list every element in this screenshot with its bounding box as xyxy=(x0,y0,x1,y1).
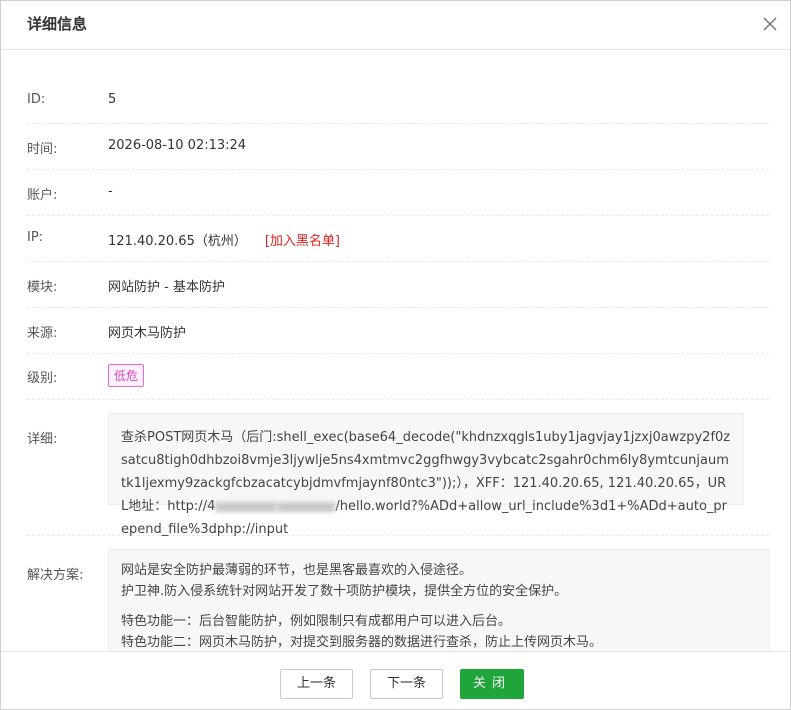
level-badge: 低危 xyxy=(108,364,145,387)
field-value-source: 网页木马防护 xyxy=(108,326,187,341)
field-value-account: - xyxy=(108,184,113,199)
add-to-blacklist-link[interactable]: [加入黑名单] xyxy=(265,234,340,249)
field-row-id: ID: 5 xyxy=(27,78,769,124)
field-row-time: 时间: 2026-08-10 02:13:24 xyxy=(27,124,769,170)
field-value-id: 5 xyxy=(108,92,117,107)
field-label-solution: 解决方案: xyxy=(27,568,84,583)
dialog-header: 详细信息 xyxy=(1,1,790,50)
field-row-module: 模块: 网站防护 - 基本防护 xyxy=(27,262,769,308)
field-label-time: 时间: xyxy=(27,142,58,157)
close-button[interactable]: 关闭 xyxy=(460,669,524,699)
detail-text-box: 查杀POST网页木马（后门:shell_exec(base64_decode("… xyxy=(108,413,744,537)
field-value-time: 2026-08-10 02:13:24 xyxy=(108,138,247,153)
field-label-id: ID: xyxy=(27,92,46,107)
field-value-module: 网站防护 - 基本防护 xyxy=(108,280,225,295)
solution-text-box: 网站是安全防护最薄弱的环节，也是黑客最喜欢的入侵途径。 护卫神.防入侵系统针对网… xyxy=(108,549,770,651)
redacted-host-segment-1 xyxy=(215,501,278,512)
field-label-account: 账户: xyxy=(27,188,58,203)
dialog-body: ID: 5 时间: 2026-08-10 02:13:24 账户: - IP: … xyxy=(1,50,790,651)
solution-line: 特色功能二：网页木马防护，对提交到服务器的数据进行查杀，防止上传网页木马。 xyxy=(121,635,603,650)
field-label-module: 模块: xyxy=(27,280,58,295)
solution-line: 特色功能一：后台智能防护，例如限制只有成都用户可以进入后台。 xyxy=(121,614,512,629)
dialog-footer: 上一条 下一条 关闭 xyxy=(1,651,790,709)
solution-line: 护卫神.防入侵系统针对网站开发了数十项防护模块，提供全方位的安全保护。 xyxy=(121,584,568,599)
ip-address-text: 121.40.20.65（杭州） xyxy=(108,234,247,249)
field-row-source: 来源: 网页木马防护 xyxy=(27,308,769,354)
solution-line: 网站是安全防护最薄弱的环节，也是黑客最喜欢的入侵途径。 xyxy=(121,563,473,578)
dialog-title: 详细信息 xyxy=(27,15,88,33)
close-icon[interactable] xyxy=(760,14,780,34)
detail-dialog: 详细信息 ID: 5 时间: 2026-08-10 02:13:24 账户: -… xyxy=(0,0,791,710)
field-label-detail: 详细: xyxy=(27,432,58,447)
next-button[interactable]: 下一条 xyxy=(370,669,443,699)
redacted-host-segment-2 xyxy=(277,501,336,512)
field-value-ip: 121.40.20.65（杭州） [加入黑名单] xyxy=(108,230,340,249)
field-row-account: 账户: - xyxy=(27,170,769,216)
field-value-level: 低危 xyxy=(108,364,145,387)
field-row-ip: IP: 121.40.20.65（杭州） [加入黑名单] xyxy=(27,216,769,262)
field-label-level: 级别: xyxy=(27,371,58,386)
previous-button[interactable]: 上一条 xyxy=(280,669,353,699)
field-label-ip: IP: xyxy=(27,230,44,245)
field-row-level: 级别: 低危 xyxy=(27,354,769,400)
field-label-source: 来源: xyxy=(27,326,58,341)
